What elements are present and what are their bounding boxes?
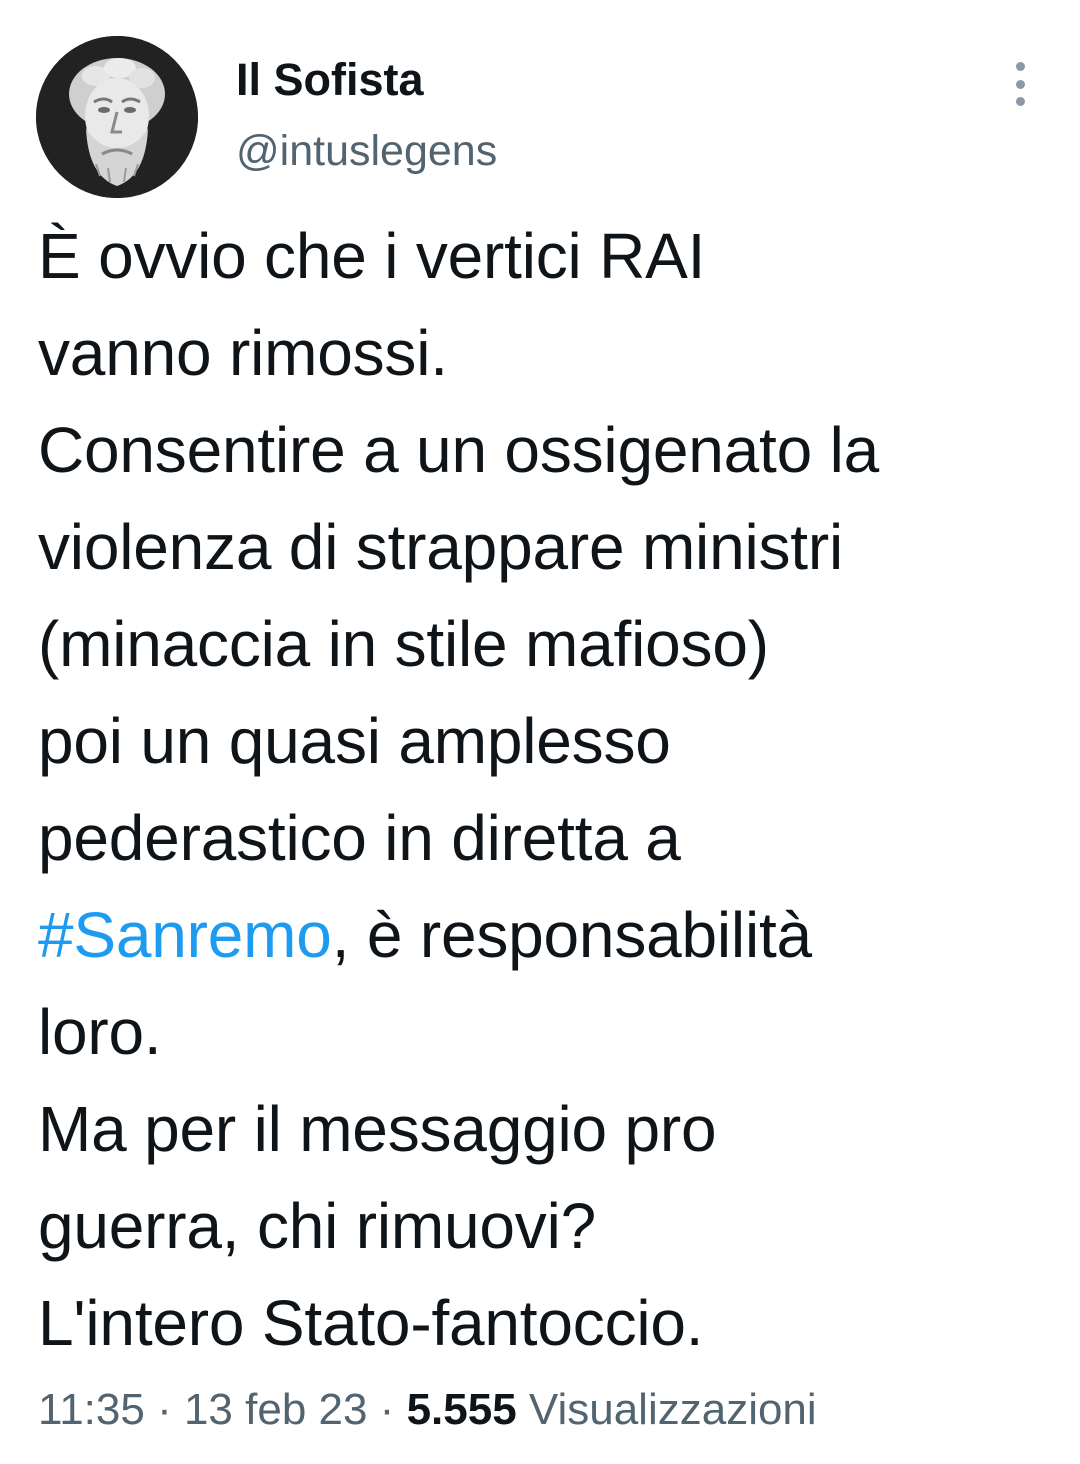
hashtag-link[interactable]: #Sanremo [38, 899, 332, 971]
author-display-name[interactable]: Il Sofista [236, 54, 497, 106]
tweet-text-line: poi un quasi amplesso [38, 705, 671, 777]
author-names: Il Sofista @intuslegens [236, 54, 497, 176]
tweet-meta: 11:35 · 13 feb 23 · 5.555 Visualizzazion… [38, 1380, 817, 1440]
classical-bust-avatar-icon [36, 36, 198, 198]
tweet-text-line: Consentire a un ossigenato la [38, 414, 879, 486]
tweet-text-line: pederastico in diretta a [38, 802, 681, 874]
tweet-text-line: È ovvio che i vertici RAI [38, 220, 706, 292]
tweet-text-fragment: , è responsabilità [331, 899, 812, 971]
tweet-text-line: loro. [38, 996, 162, 1068]
more-vertical-icon-dot [1015, 79, 1025, 89]
more-vertical-icon-dot [1015, 62, 1025, 71]
meta-separator: · [144, 1385, 184, 1434]
tweet-text-line: L'intero Stato-fantoccio. [38, 1287, 704, 1359]
tweet-time[interactable]: 11:35 [38, 1385, 145, 1434]
tweet-text: È ovvio che i vertici RAI vanno rimossi.… [38, 208, 1048, 1372]
tweet-text-line: violenza di strappare ministri [38, 511, 844, 583]
tweet-date[interactable]: 13 feb 23 [184, 1385, 368, 1434]
tweet-text-line: guerra, chi rimuovi? [38, 1190, 597, 1262]
tweet-header: Il Sofista @intuslegens [36, 36, 1044, 198]
more-vertical-icon-dot [1015, 97, 1025, 106]
more-options-button[interactable] [1002, 62, 1038, 106]
views-count[interactable]: 5.555 [407, 1385, 517, 1434]
tweet-card: Il Sofista @intuslegens È ovvio che i ve… [0, 0, 1080, 1464]
avatar[interactable] [36, 36, 198, 198]
author-handle[interactable]: @intuslegens [236, 126, 497, 176]
views-label: Visualizzazioni [516, 1385, 817, 1434]
tweet-text-line: (minaccia in stile mafioso) [38, 608, 769, 680]
tweet-text-line: Ma per il messaggio pro [38, 1093, 717, 1165]
meta-separator: · [367, 1385, 407, 1434]
tweet-text-line-with-hashtag: #Sanremo, è responsabilità [38, 887, 1048, 984]
tweet-text-line: vanno rimossi. [38, 317, 448, 389]
